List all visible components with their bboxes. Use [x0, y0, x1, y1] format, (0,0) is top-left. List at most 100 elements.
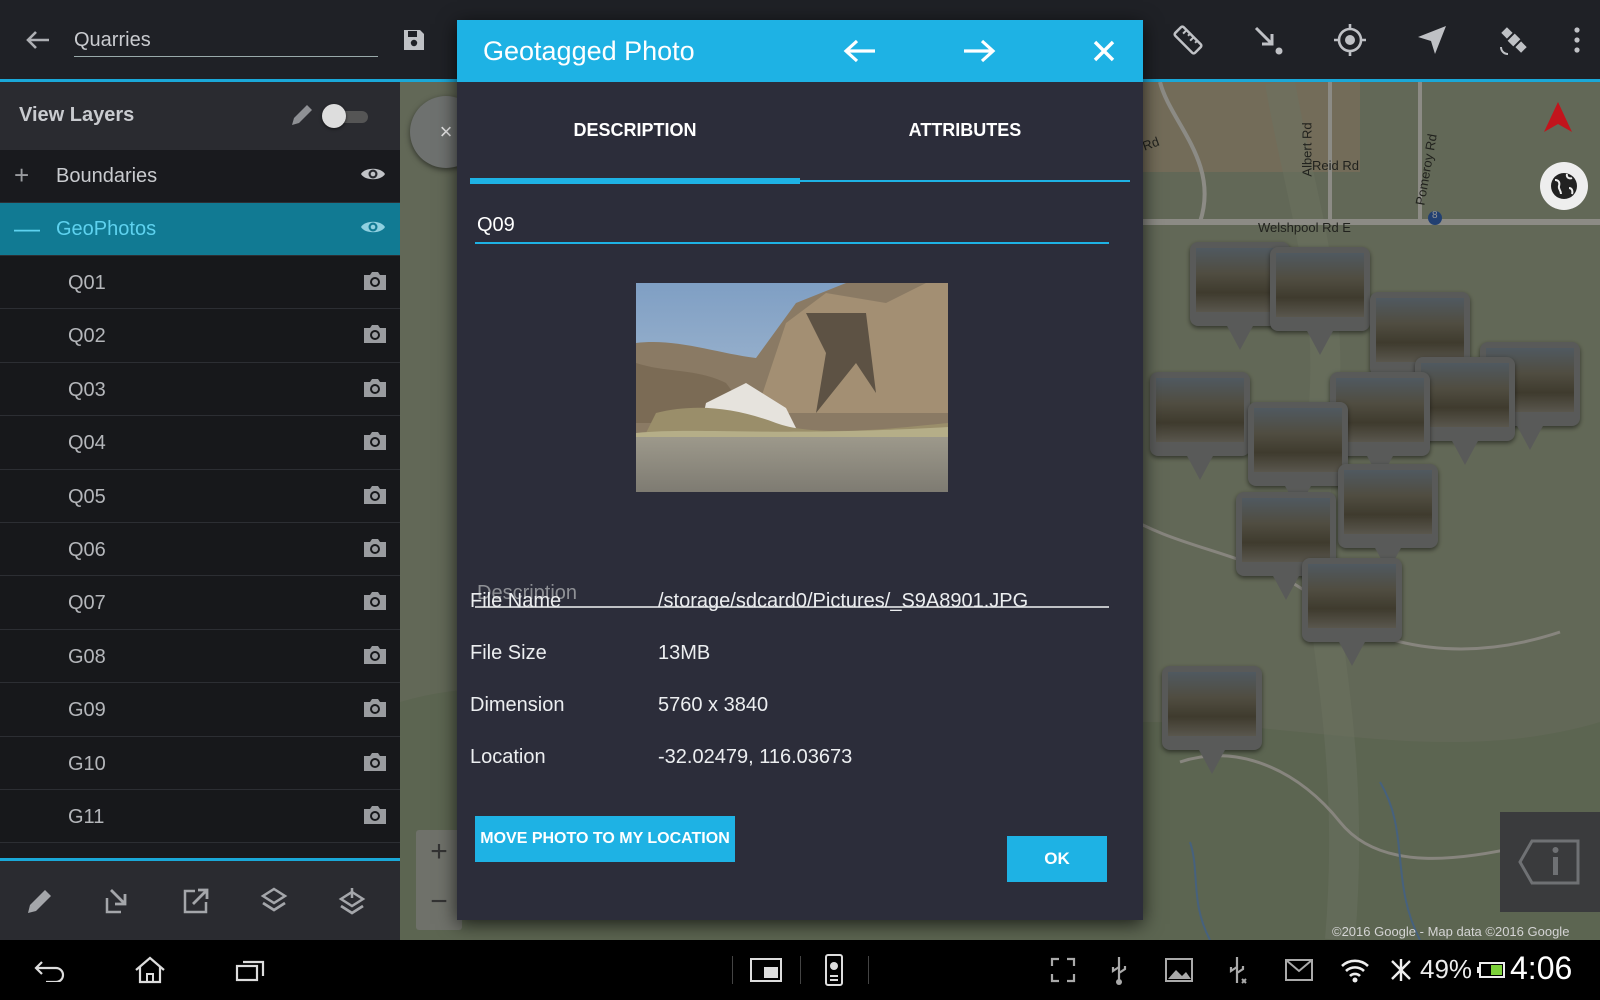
- photo-item-label: G10: [68, 752, 106, 775]
- mail-icon: [1284, 950, 1314, 990]
- photo-list-item[interactable]: Q01: [0, 256, 400, 310]
- photo-item-label: G09: [68, 699, 106, 722]
- expand-plus-icon[interactable]: +: [14, 162, 29, 188]
- field-key: Dimension: [470, 694, 565, 716]
- photo-item-label: G08: [68, 645, 106, 668]
- active-tab-indicator: [470, 178, 800, 184]
- import-icon[interactable]: [100, 883, 136, 919]
- layer-group-label: Boundaries: [56, 165, 158, 187]
- camera-icon[interactable]: [362, 537, 388, 559]
- camera-icon[interactable]: [362, 697, 388, 719]
- separator: [732, 956, 733, 984]
- layer-group-geophotos[interactable]: — GeoPhotos: [0, 203, 400, 256]
- photo-list-item[interactable]: Q07: [0, 576, 400, 630]
- camera-icon[interactable]: [362, 751, 388, 773]
- field-value: 13MB: [658, 642, 711, 664]
- field-key: Location: [470, 746, 546, 768]
- zoom-out-button[interactable]: −: [416, 880, 462, 926]
- layers-panel-header: View Layers: [0, 82, 400, 150]
- no-signal-icon: [1386, 950, 1416, 990]
- ok-button[interactable]: OK: [1007, 836, 1107, 882]
- back-nav-icon[interactable]: [30, 950, 70, 990]
- field-value: 5760 x 3840: [658, 694, 769, 716]
- camera-icon[interactable]: [362, 484, 388, 506]
- dialog-tabs: DESCRIPTION ATTRIBUTES: [470, 82, 1130, 186]
- photo-item-label: Q07: [68, 592, 106, 615]
- tab-description[interactable]: DESCRIPTION: [470, 120, 800, 141]
- wifi-icon: [1338, 950, 1372, 990]
- home-nav-icon[interactable]: [130, 950, 170, 990]
- remote-control-icon[interactable]: [814, 950, 854, 990]
- field-key: File Size: [470, 642, 547, 664]
- zoom-in-button[interactable]: +: [416, 830, 462, 876]
- layer-group-boundaries[interactable]: + Boundaries: [0, 150, 400, 203]
- photo-list-item[interactable]: G10: [0, 736, 400, 790]
- usb-icon: [1104, 950, 1134, 990]
- collapse-minus-icon[interactable]: —: [14, 215, 40, 241]
- save-icon[interactable]: [394, 20, 434, 60]
- photo-item-label: Q04: [68, 432, 106, 455]
- draw-point-icon[interactable]: [1248, 20, 1288, 60]
- visibility-eye-icon[interactable]: [360, 218, 386, 236]
- geophoto-list[interactable]: Q01 Q02 Q03 Q04 Q05 Q06 Q07 G08 G09 G10 G11: [0, 256, 400, 858]
- next-arrow-icon[interactable]: [959, 31, 999, 71]
- visibility-eye-icon[interactable]: [360, 165, 386, 183]
- photo-item-label: Q05: [68, 485, 106, 508]
- file-size-row: File Size 13MB: [470, 642, 1110, 672]
- field-value: -32.02479, 116.03673: [658, 746, 853, 768]
- usb-debug-icon: [1222, 950, 1252, 990]
- edit-mode-toggle[interactable]: [322, 104, 372, 128]
- pencil-icon[interactable]: [22, 883, 58, 919]
- pencil-icon[interactable]: [288, 101, 316, 129]
- navigation-icon[interactable]: [1412, 20, 1452, 60]
- camera-icon[interactable]: [362, 270, 388, 292]
- export-icon[interactable]: [178, 883, 214, 919]
- tab-attributes[interactable]: ATTRIBUTES: [800, 120, 1130, 141]
- photo-list-item[interactable]: Q03: [0, 362, 400, 417]
- layers-down-icon[interactable]: [256, 883, 292, 919]
- fullscreen-icon: [1048, 950, 1078, 990]
- search-input[interactable]: Quarries: [74, 25, 378, 57]
- camera-icon[interactable]: [362, 323, 388, 345]
- globe-icon[interactable]: [1540, 162, 1588, 210]
- move-photo-button[interactable]: MOVE PHOTO TO MY LOCATION: [475, 816, 735, 862]
- close-icon[interactable]: [1084, 31, 1124, 71]
- zoom-control: + −: [416, 830, 462, 930]
- layer-group-label: GeoPhotos: [56, 218, 157, 240]
- multi-window-icon[interactable]: [746, 950, 786, 990]
- map-attribution: ©2016 Google - Map data ©2016 Google: [1332, 924, 1570, 939]
- photo-list-item[interactable]: Q04: [0, 416, 400, 470]
- geotagged-photo-dialog: Geotagged Photo DESCRIPTION ATTRIBUTES Q…: [457, 20, 1143, 920]
- battery-percentage: 49%: [1420, 954, 1473, 984]
- file-name-row: File Name /storage/sdcard0/Pictures/_S9A…: [470, 590, 1110, 620]
- camera-icon[interactable]: [362, 644, 388, 666]
- photo-item-label: Q03: [68, 378, 106, 401]
- recent-apps-icon[interactable]: [230, 950, 270, 990]
- photo-name-value: Q09: [477, 214, 515, 236]
- camera-icon[interactable]: [362, 377, 388, 399]
- camera-icon[interactable]: [362, 804, 388, 826]
- system-bar: 49% 4:06: [0, 940, 1600, 1000]
- info-icon[interactable]: [1500, 812, 1600, 912]
- dimension-row: Dimension 5760 x 3840: [470, 694, 1110, 724]
- photo-list-item[interactable]: G09: [0, 683, 400, 737]
- field-value: /storage/sdcard0/Pictures/_S9A8901.JPG: [658, 590, 1029, 612]
- photo-list-item[interactable]: Q06: [0, 522, 400, 577]
- compass-north-icon[interactable]: [1540, 100, 1576, 136]
- ruler-icon[interactable]: [1168, 20, 1208, 60]
- photo-list-item[interactable]: G08: [0, 629, 400, 684]
- photo-preview-image[interactable]: [636, 283, 948, 492]
- previous-arrow-icon[interactable]: [840, 31, 880, 71]
- layers-up-icon[interactable]: [334, 883, 370, 919]
- gps-target-icon[interactable]: [1330, 20, 1370, 60]
- satellite-icon[interactable]: [1494, 20, 1534, 60]
- camera-icon[interactable]: [362, 430, 388, 452]
- overflow-menu-icon[interactable]: [1562, 20, 1592, 60]
- photo-list-item[interactable]: Q05: [0, 469, 400, 523]
- camera-icon[interactable]: [362, 590, 388, 612]
- photo-item-label: Q02: [68, 325, 106, 348]
- photo-name-field[interactable]: Q09: [475, 190, 1109, 244]
- photo-list-item[interactable]: Q02: [0, 309, 400, 363]
- photo-list-item[interactable]: G11: [0, 789, 400, 844]
- back-arrow-icon[interactable]: [18, 20, 58, 60]
